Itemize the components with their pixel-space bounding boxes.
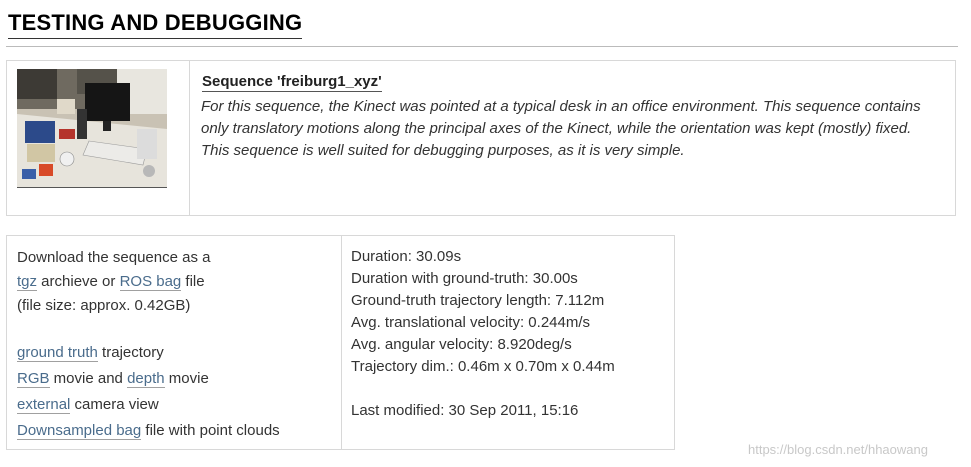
depth-link[interactable]: depth [127,370,165,388]
file-text: file [181,273,205,290]
trajectory-length-stat: Ground-truth trajectory length: 7.112m [351,292,605,309]
download-column: Download the sequence as a tgz archieve … [17,246,280,444]
movie-and-text: movie and [49,370,128,387]
page-title: TESTING AND DEBUGGING [8,10,303,39]
sequence-thumbnail[interactable] [17,69,167,188]
ang-velocity-stat: Avg. angular velocity: 8.920deg/s [351,336,572,353]
trajectory-text: trajectory [97,344,164,361]
info-table-divider [341,236,342,449]
tgz-link[interactable]: tgz [17,273,38,291]
sequence-title: Sequence 'freiburg1_xyz' [202,73,382,92]
office-desk-photo-icon [17,69,167,187]
stats-column: Duration: 30.09s Duration with ground-tr… [351,246,615,422]
sequence-panel-divider [189,61,190,215]
point-clouds-text: file with point clouds [141,422,280,439]
archive-text: archieve or [37,273,120,290]
sequence-description: For this sequence, the Kinect was pointe… [201,98,921,159]
ground-truth-line: ground truth trajectory [17,340,280,366]
camera-view-text: camera view [70,396,159,413]
external-link[interactable]: external [17,396,71,414]
title-divider [6,46,958,47]
ground-truth-link[interactable]: ground truth [17,344,98,362]
file-size-text: (file size: approx. 0.42GB) [17,297,191,314]
watermark: https://blog.csdn.net/hhaowang [748,442,928,457]
movie-line: RGB movie and depth movie [17,366,280,392]
download-intro: Download the sequence as a [17,249,211,266]
downsampled-line: Downsampled bag file with point clouds [17,418,280,444]
duration-stat: Duration: 30.09s [351,248,462,265]
duration-gt-stat: Duration with ground-truth: 30.00s [351,270,578,287]
sequence-info-table: Download the sequence as a tgz archieve … [6,235,675,450]
download-formats-line: tgz archieve or ROS bag file [17,270,280,294]
trans-velocity-stat: Avg. translational velocity: 0.244m/s [351,314,591,331]
last-modified-stat: Last modified: 30 Sep 2011, 15:16 [351,402,579,419]
sequence-panel: Sequence 'freiburg1_xyz' For this sequen… [6,60,956,216]
rgb-link[interactable]: RGB [17,370,50,388]
trajectory-dim-stat: Trajectory dim.: 0.46m x 0.70m x 0.44m [351,358,615,375]
movie-text: movie [164,370,209,387]
ros-bag-link[interactable]: ROS bag [119,273,182,291]
external-line: external camera view [17,392,280,418]
downsampled-bag-link[interactable]: Downsampled bag [17,422,142,440]
